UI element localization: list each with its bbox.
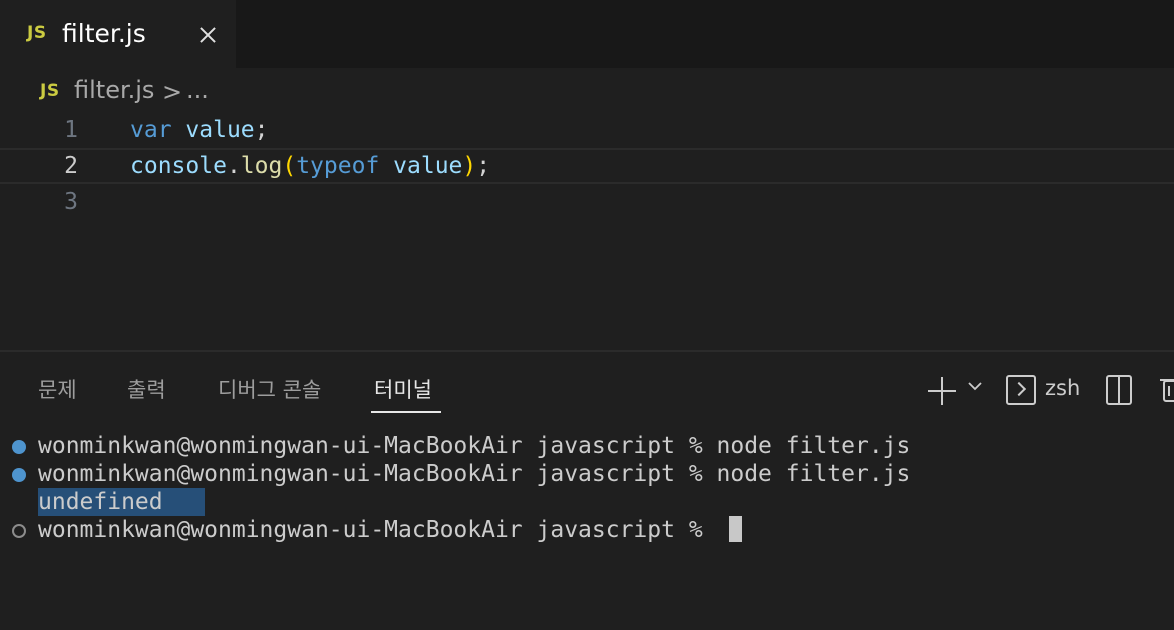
breadcrumb-file[interactable]: filter.js [74,76,154,104]
new-terminal-icon[interactable] [928,377,956,405]
command-pending-icon [12,524,26,538]
terminal-cursor [728,516,742,542]
line-number: 2 [64,153,78,179]
terminal-prompt-line[interactable]: wonminkwan@wonmingwan-ui-MacBookAir java… [0,516,1174,544]
code-text[interactable]: var value; [130,112,269,148]
terminal-output-selected: undefined [38,488,205,516]
command-success-icon[interactable] [12,440,26,454]
chevron-right-icon: > [162,78,183,106]
bottom-panel: 문제 출력 디버그 콘솔 터미널 zsh wonminkwan@wonmingw… [0,350,1174,630]
active-tab-indicator [371,411,441,413]
terminal-prompt-text: wonminkwan@wonmingwan-ui-MacBookAir java… [38,517,717,543]
terminal-line: wonminkwan@wonmingwan-ui-MacBookAir java… [0,432,1174,460]
terminal-line-text: wonminkwan@wonmingwan-ui-MacBookAir java… [38,433,911,459]
shell-name[interactable]: zsh [1045,376,1080,400]
tab-label: filter.js [62,19,146,48]
chevron-down-icon[interactable] [966,377,984,395]
tab-problems[interactable]: 문제 [38,374,77,404]
terminal-line: undefined [0,488,1174,516]
tab-debug-console[interactable]: 디버그 콘솔 [218,374,321,404]
terminal-line: wonminkwan@wonmingwan-ui-MacBookAir java… [0,460,1174,488]
javascript-file-icon: JS [27,23,47,43]
code-line-current[interactable]: 2 console.log(typeof value); [0,148,1174,184]
tab-filter-js[interactable]: JS filter.js [0,0,236,68]
trash-icon[interactable] [1158,375,1174,403]
terminal-prompt[interactable]: wonminkwan@wonmingwan-ui-MacBookAir java… [38,516,742,544]
terminal-icon[interactable] [1006,375,1036,405]
javascript-file-icon: JS [40,81,60,101]
code-line[interactable]: 3 [0,184,1174,220]
close-icon[interactable] [193,17,223,51]
command-success-icon[interactable] [12,468,26,482]
terminal-line-text: wonminkwan@wonmingwan-ui-MacBookAir java… [38,461,911,487]
tab-terminal[interactable]: 터미널 [374,374,432,404]
line-number: 1 [64,117,78,143]
code-editor[interactable]: 1 var value; 2 console.log(typeof value)… [0,112,1174,350]
split-terminal-icon[interactable] [1106,375,1132,405]
line-number: 3 [64,189,78,215]
code-line[interactable]: 1 var value; [0,112,1174,148]
code-text[interactable]: console.log(typeof value); [130,150,490,182]
tab-output[interactable]: 출력 [127,374,166,404]
editor-tab-bar: JS filter.js [0,0,1174,68]
breadcrumb-more[interactable]: ... [186,76,209,104]
breadcrumb: JS filter.js > ... [0,72,1174,110]
